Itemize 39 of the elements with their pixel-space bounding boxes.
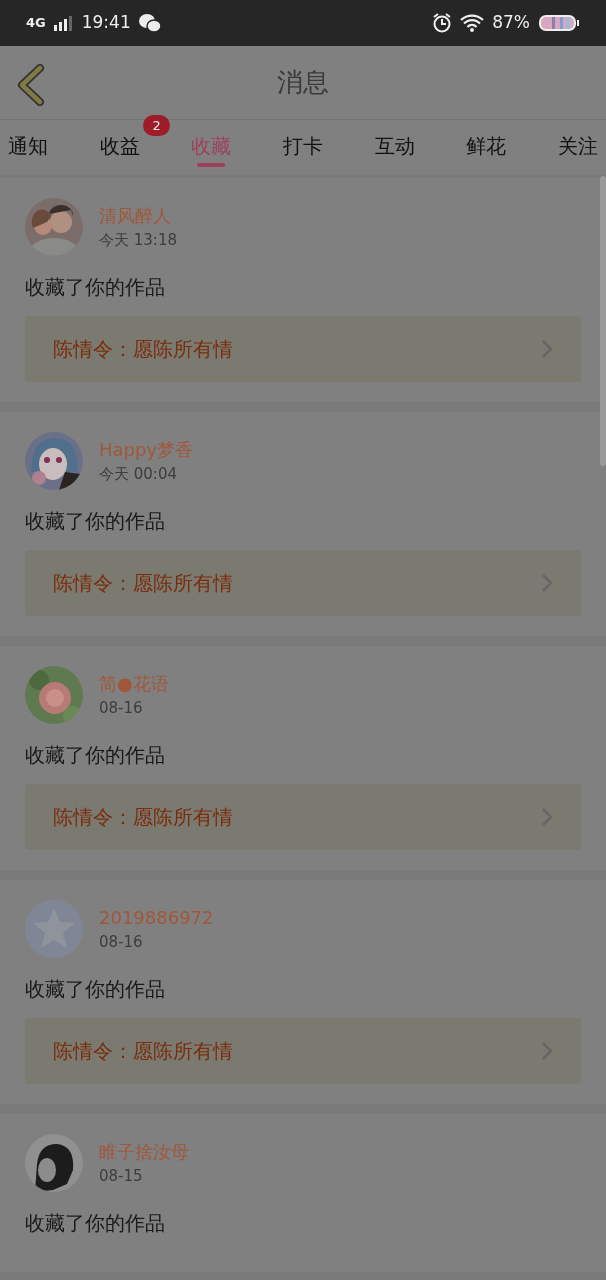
status-time: 19:41 xyxy=(81,11,131,35)
message-text: 收藏了你的作品 xyxy=(25,508,166,535)
work-title: 陈情令：愿陈所有情 xyxy=(53,336,233,363)
signal-icon xyxy=(53,15,74,31)
page-title: 消息 xyxy=(277,66,329,99)
message-time: 08-15 xyxy=(99,1166,144,1188)
user-name[interactable]: 简●花语 xyxy=(99,670,169,698)
tab[interactable]: 通知 xyxy=(8,124,48,171)
work-title: 陈情令：愿陈所有情 xyxy=(53,570,233,597)
battery-percent: 87% xyxy=(492,11,530,35)
message-time: 今天 00:04 xyxy=(99,464,178,486)
user-name[interactable]: 睢子捨汝母 xyxy=(99,1138,189,1166)
tab[interactable]: 收藏 xyxy=(191,124,232,171)
user-name[interactable]: 2019886972 xyxy=(99,904,214,932)
message-text: 收藏了你的作品 xyxy=(25,976,166,1003)
message-time: 08-16 xyxy=(99,932,144,954)
chat-bubbles-icon xyxy=(138,13,161,33)
alarm-clock-icon xyxy=(432,13,453,33)
message-text: 收藏了你的作品 xyxy=(25,274,166,301)
tab[interactable]: 互动 xyxy=(374,124,415,171)
tab[interactable]: 鲜花 xyxy=(466,124,507,171)
work-link[interactable]: 陈情令：愿陈所有情 xyxy=(25,550,581,616)
tab[interactable]: 打卡 xyxy=(282,124,323,171)
message-text: 收藏了你的作品 xyxy=(25,742,166,769)
work-title: 陈情令：愿陈所有情 xyxy=(53,804,233,831)
message-text: 收藏了你的作品 xyxy=(25,1210,166,1237)
user-name[interactable]: Happy梦香 xyxy=(99,436,194,464)
work-link[interactable]: 陈情令：愿陈所有情 xyxy=(25,316,581,382)
message-time: 08-16 xyxy=(99,698,144,720)
wifi-icon xyxy=(460,14,485,32)
work-title: 陈情令：愿陈所有情 xyxy=(53,1038,233,1065)
message-time: 今天 13:18 xyxy=(99,230,177,252)
network-label: 4G xyxy=(26,14,46,33)
battery-icon xyxy=(538,14,580,32)
scrollbar[interactable] xyxy=(600,176,606,466)
user-name[interactable]: 清风醉人 xyxy=(99,202,177,230)
tab[interactable]: 关注 xyxy=(557,124,598,171)
work-link[interactable]: 陈情令：愿陈所有情 xyxy=(25,784,581,850)
work-link[interactable]: 陈情令：愿陈所有情 xyxy=(25,1018,581,1084)
